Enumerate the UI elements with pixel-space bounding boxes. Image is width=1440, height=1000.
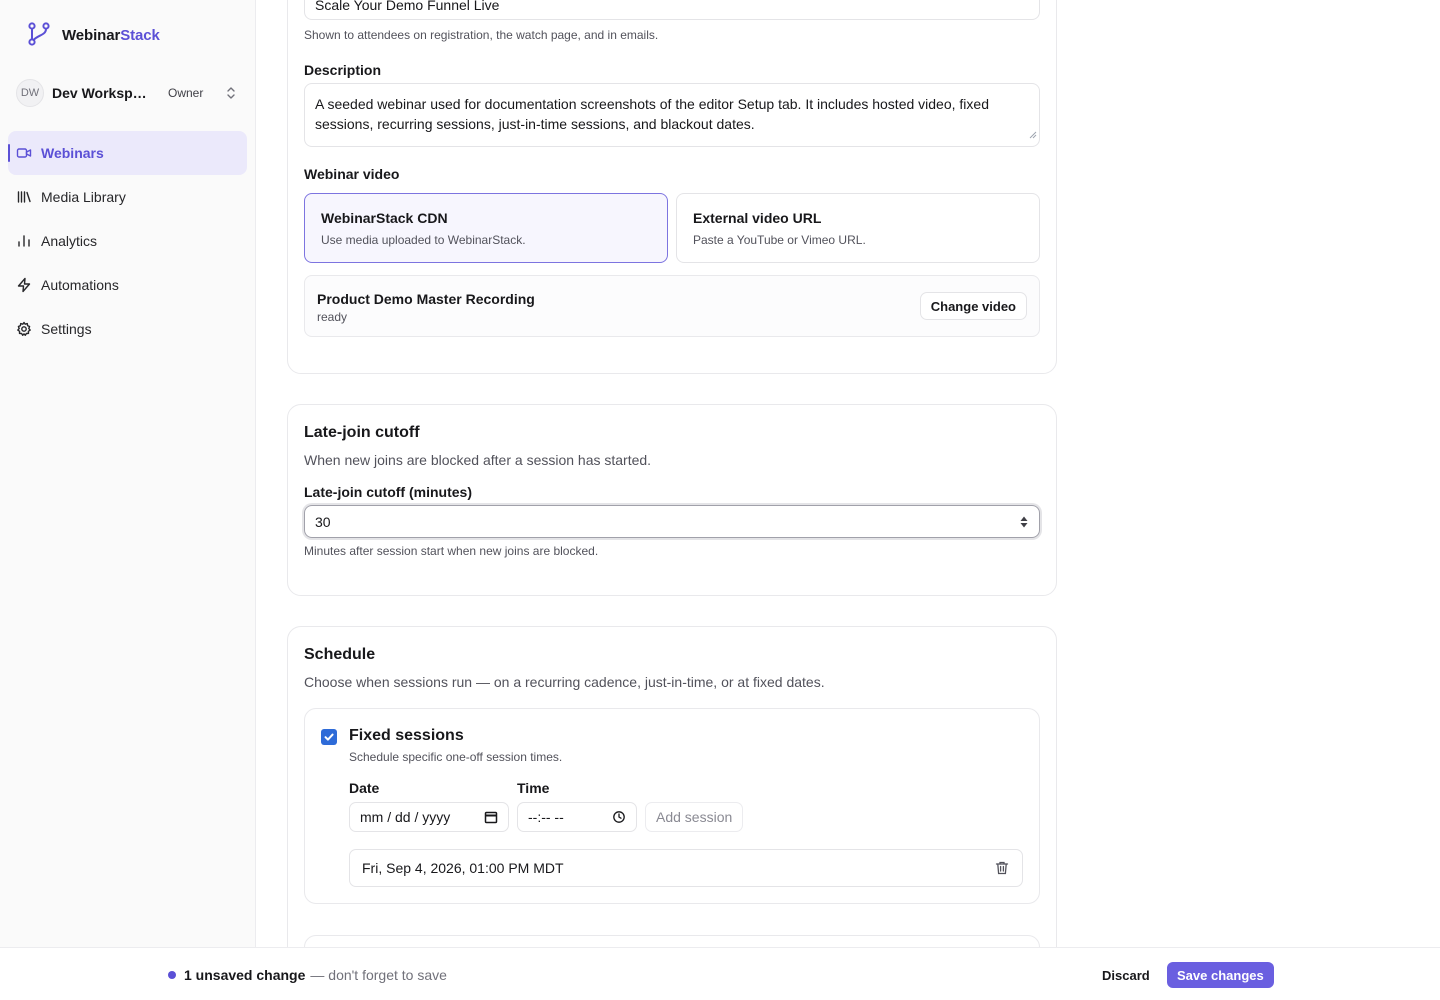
sidebar-item-settings[interactable]: Settings: [8, 307, 247, 351]
chevron-up-down-icon[interactable]: [224, 86, 238, 100]
gear-icon: [16, 321, 32, 337]
title-input[interactable]: Scale Your Demo Funnel Live: [304, 0, 1040, 20]
late-join-card: Late-join cutoff When new joins are bloc…: [287, 404, 1057, 596]
description-label: Description: [304, 62, 382, 78]
number-spinner-icon[interactable]: [1019, 515, 1029, 529]
brand[interactable]: WebinarStack: [26, 21, 160, 50]
unsaved-count: 1 unsaved change: [184, 967, 306, 983]
time-input[interactable]: --:-- --: [517, 802, 637, 832]
sidebar-item-label: Analytics: [41, 233, 98, 249]
unsaved-hint: — don't forget to save: [310, 967, 447, 983]
brand-name: WebinarStack: [62, 27, 160, 44]
bar-chart-icon: [16, 233, 32, 249]
branch-logo-icon: [26, 21, 52, 50]
unsaved-indicator: 1 unsaved change — don't forget to save: [168, 967, 447, 983]
unsaved-changes-bar: 1 unsaved change — don't forget to save …: [0, 947, 1440, 1000]
video-option-cdn[interactable]: WebinarStack CDN Use media uploaded to W…: [304, 193, 668, 263]
sidebar: WebinarStack DW Dev Workspace Owner Webi…: [0, 0, 256, 1000]
resize-grip-icon[interactable]: [1029, 124, 1037, 144]
late-join-minutes-value: 30: [315, 513, 331, 530]
trash-icon[interactable]: [994, 860, 1010, 876]
fixed-sessions-panel: Fixed sessions Schedule specific one-off…: [304, 708, 1040, 904]
late-join-title: Late-join cutoff: [304, 424, 420, 441]
next-schedule-panel: [304, 935, 1040, 947]
discard-button[interactable]: Discard: [1092, 961, 1160, 989]
media-status: ready: [317, 310, 348, 324]
selected-media-row: Product Demo Master Recording ready Chan…: [304, 275, 1040, 337]
schedule-card: Schedule Choose when sessions run — on a…: [287, 626, 1057, 947]
change-video-button[interactable]: Change video: [919, 292, 1027, 320]
video-option-external-url[interactable]: External video URL Paste a YouTube or Vi…: [676, 193, 1040, 263]
video-option-description: Use media uploaded to WebinarStack.: [321, 233, 526, 247]
clock-icon[interactable]: [612, 810, 626, 824]
late-join-field-label: Late-join cutoff (minutes): [304, 484, 472, 500]
media-title: Product Demo Master Recording: [317, 291, 535, 307]
date-label: Date: [349, 780, 380, 796]
library-icon: [16, 189, 32, 205]
workspace-name: Dev Workspace: [52, 85, 152, 101]
save-changes-button[interactable]: Save changes: [1167, 962, 1274, 988]
title-input-value: Scale Your Demo Funnel Live: [315, 0, 500, 13]
video-icon: [16, 145, 32, 161]
date-input-placeholder: mm / dd / yyyy: [360, 809, 451, 825]
calendar-icon[interactable]: [484, 810, 498, 824]
sidebar-item-webinars[interactable]: Webinars: [8, 131, 247, 175]
fixed-sessions-checkbox[interactable]: [321, 729, 337, 745]
late-join-minutes-input[interactable]: 30: [304, 505, 1040, 538]
video-label: Webinar video: [304, 166, 400, 182]
lightning-icon: [16, 277, 32, 293]
description-value: A seeded webinar used for documentation …: [315, 96, 989, 132]
checkmark-icon: [324, 733, 334, 741]
workspace-avatar: DW: [16, 79, 44, 107]
description-textarea[interactable]: A seeded webinar used for documentation …: [304, 83, 1040, 147]
status-dot: [168, 971, 176, 979]
sidebar-item-label: Automations: [41, 277, 119, 293]
add-session-button[interactable]: Add session: [645, 802, 744, 832]
late-join-helper: Minutes after session start when new joi…: [304, 544, 599, 558]
sidebar-item-automations[interactable]: Automations: [8, 263, 247, 307]
main-content: Scale Your Demo Funnel Live Shown to att…: [256, 0, 1440, 947]
schedule-subtitle: Choose when sessions run — on a recurrin…: [304, 674, 825, 690]
workspace-switcher[interactable]: DW Dev Workspace Owner: [16, 78, 244, 108]
workspace-role: Owner: [168, 86, 204, 100]
video-option-title: External video URL: [693, 210, 822, 226]
brand-name-accent: Stack: [120, 27, 160, 44]
session-row: Fri, Sep 4, 2026, 01:00 PM MDT: [349, 849, 1023, 887]
fixed-sessions-description: Schedule specific one-off session times.: [349, 750, 563, 764]
time-input-placeholder: --:-- --: [528, 809, 564, 825]
time-label: Time: [517, 780, 550, 796]
video-option-description: Paste a YouTube or Vimeo URL.: [693, 233, 866, 247]
sidebar-item-label: Media Library: [41, 189, 126, 205]
title-helper: Shown to attendees on registration, the …: [304, 28, 659, 42]
fixed-sessions-title: Fixed sessions: [349, 727, 464, 744]
video-option-title: WebinarStack CDN: [321, 210, 448, 226]
brand-name-prefix: Webinar: [62, 27, 121, 44]
schedule-title: Schedule: [304, 646, 376, 663]
late-join-subtitle: When new joins are blocked after a sessi…: [304, 452, 652, 468]
date-input[interactable]: mm / dd / yyyy: [349, 802, 509, 832]
sidebar-nav: Webinars Media Library Analytics Automat…: [8, 131, 247, 351]
sidebar-item-label: Settings: [41, 321, 92, 337]
session-datetime: Fri, Sep 4, 2026, 01:00 PM MDT: [362, 860, 564, 876]
sidebar-item-analytics[interactable]: Analytics: [8, 219, 247, 263]
sidebar-item-label: Webinars: [41, 145, 104, 161]
sidebar-item-media-library[interactable]: Media Library: [8, 175, 247, 219]
